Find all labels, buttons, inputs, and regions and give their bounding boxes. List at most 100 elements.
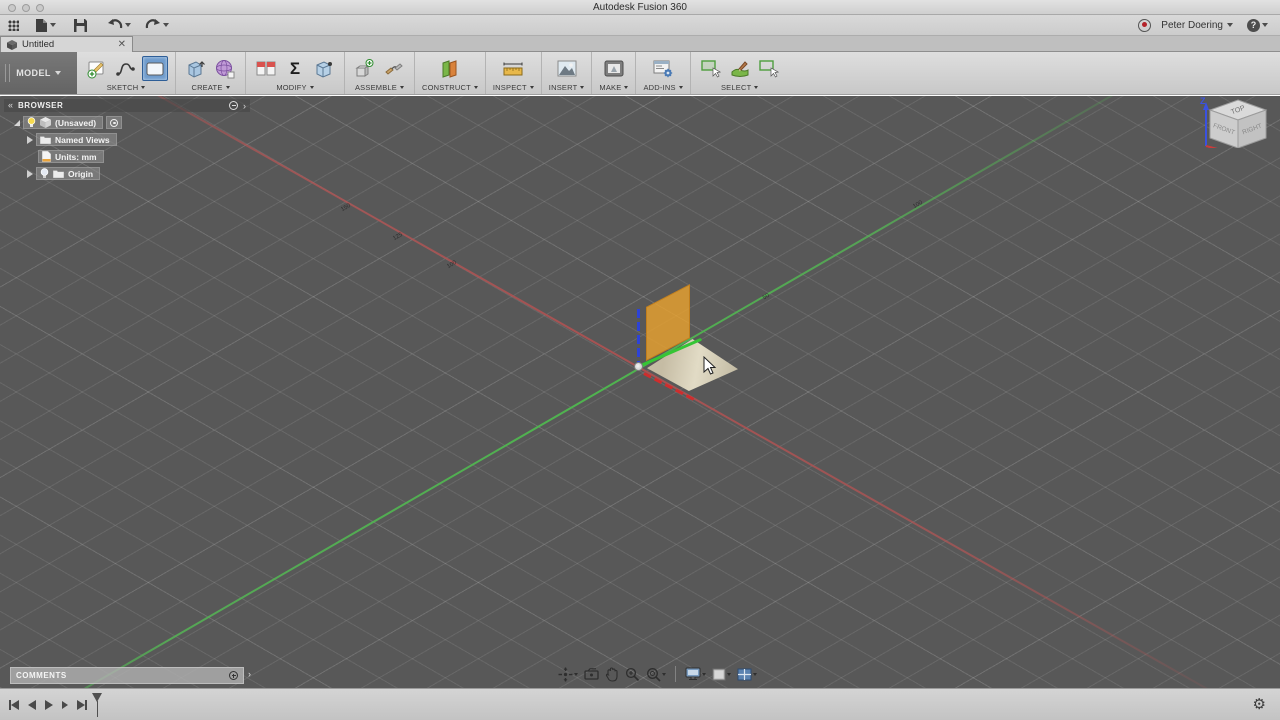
ribbon-group-label[interactable]: ADD-INS [643, 83, 683, 92]
browser-row-origin: Origin [27, 167, 250, 180]
expander-open-icon[interactable] [14, 119, 20, 126]
named-views-item[interactable]: Named Views [36, 133, 117, 146]
new-component-icon [355, 58, 374, 77]
tab-close-button[interactable]: ✕ [118, 39, 126, 50]
save-icon [74, 18, 87, 32]
paint-select-button[interactable] [727, 56, 753, 81]
chevron-down-icon [678, 86, 683, 89]
workspace-label: MODEL [16, 68, 51, 78]
comments-expand-icon[interactable]: › [248, 669, 251, 679]
create-form-button[interactable] [212, 56, 238, 81]
ribbon-group-label[interactable]: CONSTRUCT [422, 83, 478, 92]
record-button[interactable] [1138, 18, 1152, 32]
document-tab-bar: Untitled ✕ [0, 36, 1280, 52]
browser-root-item[interactable]: (Unsaved) [23, 116, 104, 129]
units-label: Units: mm [55, 151, 97, 162]
browser-panel: « BROWSER › (Unsaved) Named Views Units:… [4, 99, 250, 180]
toolbar-separator [675, 666, 676, 682]
step-back-button[interactable] [28, 699, 36, 710]
expander-closed-icon[interactable] [27, 169, 33, 178]
origin-point[interactable] [634, 362, 643, 371]
bulb-off-icon[interactable] [40, 168, 49, 179]
origin-item[interactable]: Origin [36, 167, 101, 180]
collapse-panel-icon[interactable]: « [8, 101, 13, 110]
joint-button[interactable] [381, 56, 407, 81]
spline-tool-button[interactable] [113, 56, 139, 81]
mac-minimize-button[interactable] [22, 4, 30, 12]
new-component-button[interactable] [352, 56, 378, 81]
play-button[interactable] [45, 699, 53, 710]
create-sketch-button[interactable] [84, 56, 110, 81]
go-to-start-button[interactable] [9, 699, 19, 710]
box-select-icon [758, 59, 779, 77]
chevron-down-icon [309, 86, 314, 89]
undo-button[interactable] [103, 16, 135, 34]
ribbon-group-label[interactable]: SKETCH [107, 83, 146, 92]
view-cube[interactable]: Z TOP FRONT RIGHT [1196, 96, 1280, 148]
timeline-settings-gear-icon[interactable]: ⚙ [1253, 697, 1266, 712]
document-tab[interactable]: Untitled ✕ [0, 36, 133, 52]
pan-button[interactable] [603, 666, 621, 683]
panel-expand-icon[interactable]: › [243, 101, 246, 111]
bulb-on-icon[interactable] [27, 117, 36, 128]
box-primitive-icon [188, 60, 205, 78]
box-select-button[interactable] [756, 56, 782, 81]
zoom-window-button[interactable] [644, 666, 668, 683]
add-comment-icon[interactable] [229, 671, 238, 680]
3d-viewport[interactable]: 150 125 100 50 100 Z TOP FRONT RIGHT « B… [0, 96, 1280, 688]
radio-visibility-icon [110, 118, 119, 127]
zoom-button[interactable] [623, 666, 642, 683]
orbit-button[interactable] [556, 666, 580, 683]
browser-row-root: (Unsaved) [14, 116, 250, 129]
viewports-button[interactable] [735, 667, 759, 682]
ribbon-group-label[interactable]: ASSEMBLE [355, 83, 405, 92]
ribbon-group-label[interactable]: CREATE [191, 83, 230, 92]
comments-bar[interactable]: COMMENTS [10, 667, 244, 684]
minimize-panel-icon[interactable] [229, 101, 238, 110]
measure-button[interactable] [500, 56, 526, 81]
mac-zoom-button[interactable] [36, 4, 44, 12]
insert-image-button[interactable] [554, 56, 580, 81]
window-select-button[interactable] [698, 56, 724, 81]
scripts-addins-icon [653, 60, 673, 77]
step-forward-button[interactable] [62, 700, 68, 709]
look-at-button[interactable] [582, 667, 601, 682]
scripts-addins-button[interactable] [650, 56, 676, 81]
app-grid-button[interactable] [4, 16, 23, 34]
chevron-down-icon [163, 23, 169, 27]
save-button[interactable] [70, 16, 91, 34]
ribbon-group-label[interactable]: MODIFY [276, 83, 314, 92]
mac-close-button[interactable] [8, 4, 16, 12]
rectangle-tool-button[interactable] [142, 56, 168, 81]
construct-plane-button[interactable] [437, 56, 463, 81]
ribbon-group-label[interactable]: INSERT [549, 83, 585, 92]
display-settings-button[interactable] [683, 666, 708, 682]
help-menu-button[interactable]: ? [1243, 16, 1272, 34]
grid-settings-button[interactable] [710, 667, 733, 682]
parameters-button[interactable]: Σ [282, 56, 308, 81]
file-menu-button[interactable] [31, 16, 60, 34]
component-cube-icon [40, 117, 51, 128]
viewcube-x-axis [1205, 145, 1218, 148]
go-to-end-button[interactable] [77, 699, 87, 710]
expander-closed-icon[interactable] [27, 135, 33, 144]
ribbon-group-label[interactable]: MAKE [599, 83, 629, 92]
timeline-marker[interactable] [92, 693, 102, 717]
visibility-toggle[interactable] [106, 116, 123, 129]
make-button[interactable] [601, 56, 627, 81]
press-pull-button[interactable] [253, 56, 279, 81]
new-body-button[interactable] [183, 56, 209, 81]
redo-button[interactable] [141, 16, 173, 34]
shell-button[interactable] [311, 56, 337, 81]
press-pull-icon [256, 61, 276, 75]
ribbon-group-label[interactable]: SELECT [721, 83, 759, 92]
viewports-grid-icon [737, 668, 752, 680]
ribbon-group-label[interactable]: INSPECT [493, 83, 534, 92]
workspace-selector[interactable]: MODEL [0, 52, 77, 94]
chevron-down-icon [580, 86, 585, 89]
chevron-down-icon [125, 23, 131, 27]
display-settings-icon [685, 667, 701, 680]
user-menu-button[interactable]: Peter Doering [1161, 20, 1233, 31]
units-item[interactable]: Units: mm [38, 150, 104, 163]
shell-icon [316, 60, 332, 78]
